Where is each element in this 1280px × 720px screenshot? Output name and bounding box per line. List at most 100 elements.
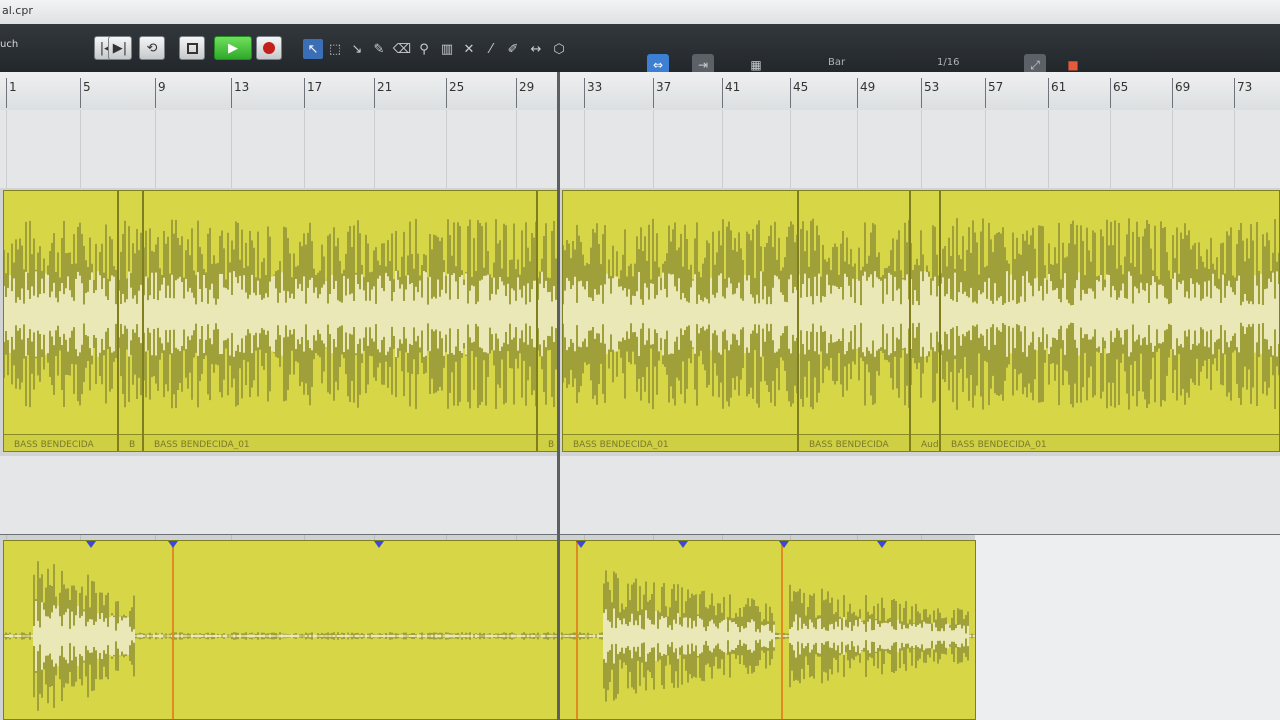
- warp-marker-line[interactable]: [781, 541, 783, 719]
- zoom-icon: ⚲: [419, 41, 429, 57]
- skip-forward-icon: ▶|: [112, 40, 128, 56]
- snap-icon: ⇔: [652, 58, 664, 72]
- hitpoint-marker[interactable]: [779, 541, 789, 548]
- timeline-ruler[interactable]: 1 5 9 13 17 21 25 29 33 37 41 45 49 53 57 61 65 69 73: [0, 72, 1280, 111]
- ruler-tick: [231, 78, 232, 108]
- ruler-tick-label: 21: [377, 80, 393, 94]
- audio-event[interactable]: BASS BENDECIDA: [3, 190, 118, 452]
- ruler-tick-label: 45: [793, 80, 809, 94]
- mode-label: uch: [0, 39, 19, 50]
- hitpoint-marker[interactable]: [877, 541, 887, 548]
- quantize-value[interactable]: 1/16: [937, 57, 959, 68]
- ruler-tick: [80, 78, 81, 108]
- audio-event[interactable]: BASS BENDECIDA_01: [562, 190, 798, 452]
- ruler-tick-label: 33: [587, 80, 603, 94]
- warp-marker-line[interactable]: [576, 541, 578, 719]
- ruler-tick-label: 53: [924, 80, 940, 94]
- window-title: al.cpr: [2, 4, 33, 17]
- cycle-button[interactable]: ⟲: [139, 36, 165, 60]
- cycle-icon: ⟲: [146, 40, 158, 56]
- ruler-tick: [857, 78, 858, 108]
- next-marker-button[interactable]: ▶|: [108, 36, 132, 60]
- ruler-tick-label: 29: [519, 80, 535, 94]
- erase-tool[interactable]: ⌫: [392, 39, 412, 59]
- audio-event[interactable]: Aud: [910, 190, 940, 452]
- empty-track-area[interactable]: [975, 535, 1280, 720]
- quantize-icon: ⤢: [1030, 57, 1040, 72]
- play-button[interactable]: ▶: [214, 36, 252, 60]
- comp-tool[interactable]: ⁄: [481, 39, 501, 59]
- hitpoint-marker[interactable]: [576, 541, 586, 548]
- toolbar: uch |◀ ▶| ⟲ ▶ ↖ ⬚ ↘ ✎ ⌫ ⚲ ▥ ✕ ⁄ ✐ ↔ ⬡ ⇔ …: [0, 24, 1280, 76]
- stop-button[interactable]: [179, 36, 205, 60]
- ruler-tick: [6, 78, 7, 108]
- hitpoint-marker[interactable]: [678, 541, 688, 548]
- ruler-tick-label: 17: [307, 80, 323, 94]
- event-name: BASS BENDECIDA_01: [573, 440, 669, 450]
- waveform: [4, 561, 975, 711]
- ruler-tick-label: 69: [1175, 80, 1191, 94]
- project-cursor[interactable]: [557, 72, 560, 720]
- play-icon: ▶: [228, 40, 238, 56]
- waveform: [941, 218, 1279, 410]
- empty-track-lane[interactable]: [0, 494, 1280, 535]
- split-icon: ↘: [351, 41, 363, 57]
- pointer-icon: ↖: [307, 41, 319, 57]
- hitpoint-marker[interactable]: [374, 541, 384, 548]
- play-tool[interactable]: ⬡: [549, 39, 569, 59]
- audio-track-lane[interactable]: BASS BENDECIDA B BASS BENDECIDA_01 B BASS BE…: [0, 188, 1280, 457]
- event-name: BASS BENDECIDA: [809, 440, 889, 450]
- ruler-tick-label: 37: [656, 80, 672, 94]
- audio-event[interactable]: BASS BENDECIDA_01: [143, 190, 537, 452]
- ruler-tick-label: 65: [1113, 80, 1129, 94]
- time-warp-icon: ↔: [530, 41, 542, 57]
- audio-event[interactable]: BASS BENDECIDA: [798, 190, 910, 452]
- ruler-tick-label: 41: [725, 80, 741, 94]
- glue-icon: ▥: [440, 41, 454, 57]
- mute-tool[interactable]: ✕: [459, 39, 479, 59]
- event-name: BASS BENDECIDA_01: [154, 440, 250, 450]
- stop-icon: [186, 42, 198, 54]
- ruler-tick-label: 49: [860, 80, 876, 94]
- line-icon: ✐: [507, 41, 519, 57]
- ruler-tick: [304, 78, 305, 108]
- audio-event[interactable]: BASS BENDECIDA_01: [940, 190, 1280, 452]
- draw-tool[interactable]: ✎: [369, 39, 389, 59]
- waveform: [911, 225, 939, 403]
- ruler-tick-label: 1: [9, 80, 17, 94]
- empty-track-lane[interactable]: [0, 110, 1280, 151]
- event-name: B: [548, 440, 555, 450]
- empty-track-lane[interactable]: [0, 150, 1280, 189]
- ruler-tick: [790, 78, 791, 108]
- grid-icon: ▦: [750, 58, 762, 72]
- ruler-tick: [516, 78, 517, 108]
- audio-event[interactable]: B: [118, 190, 143, 452]
- glue-tool[interactable]: ▥: [437, 39, 457, 59]
- waveform: [144, 218, 536, 410]
- ruler-tick: [653, 78, 654, 108]
- record-button[interactable]: [256, 36, 282, 60]
- event-name: BASS BENDECIDA_01: [951, 440, 1047, 450]
- warp-marker-line[interactable]: [172, 541, 174, 719]
- waveform: [119, 220, 142, 408]
- split-tool[interactable]: ↘: [347, 39, 367, 59]
- ruler-tick-label: 57: [988, 80, 1004, 94]
- line-tool[interactable]: ✐: [503, 39, 523, 59]
- speaker-icon: ⬡: [553, 41, 565, 57]
- audio-event[interactable]: [3, 540, 976, 720]
- grid-type-label[interactable]: Bar: [828, 57, 845, 68]
- range-selection-tool[interactable]: ⬚: [325, 39, 345, 59]
- ruler-tick-label: 73: [1237, 80, 1253, 94]
- pencil-icon: ✎: [373, 41, 385, 57]
- ruler-tick-label: 9: [158, 80, 166, 94]
- ruler-tick-label: 5: [83, 80, 91, 94]
- range-icon: ⬚: [328, 41, 342, 57]
- hitpoint-marker[interactable]: [168, 541, 178, 548]
- ruler-tick: [446, 78, 447, 108]
- ruler-tick: [584, 78, 585, 108]
- hitpoint-marker[interactable]: [86, 541, 96, 548]
- object-selection-tool[interactable]: ↖: [303, 39, 323, 59]
- time-warp-tool[interactable]: ↔: [526, 39, 546, 59]
- empty-track-lane[interactable]: [0, 456, 1280, 495]
- zoom-tool[interactable]: ⚲: [414, 39, 434, 59]
